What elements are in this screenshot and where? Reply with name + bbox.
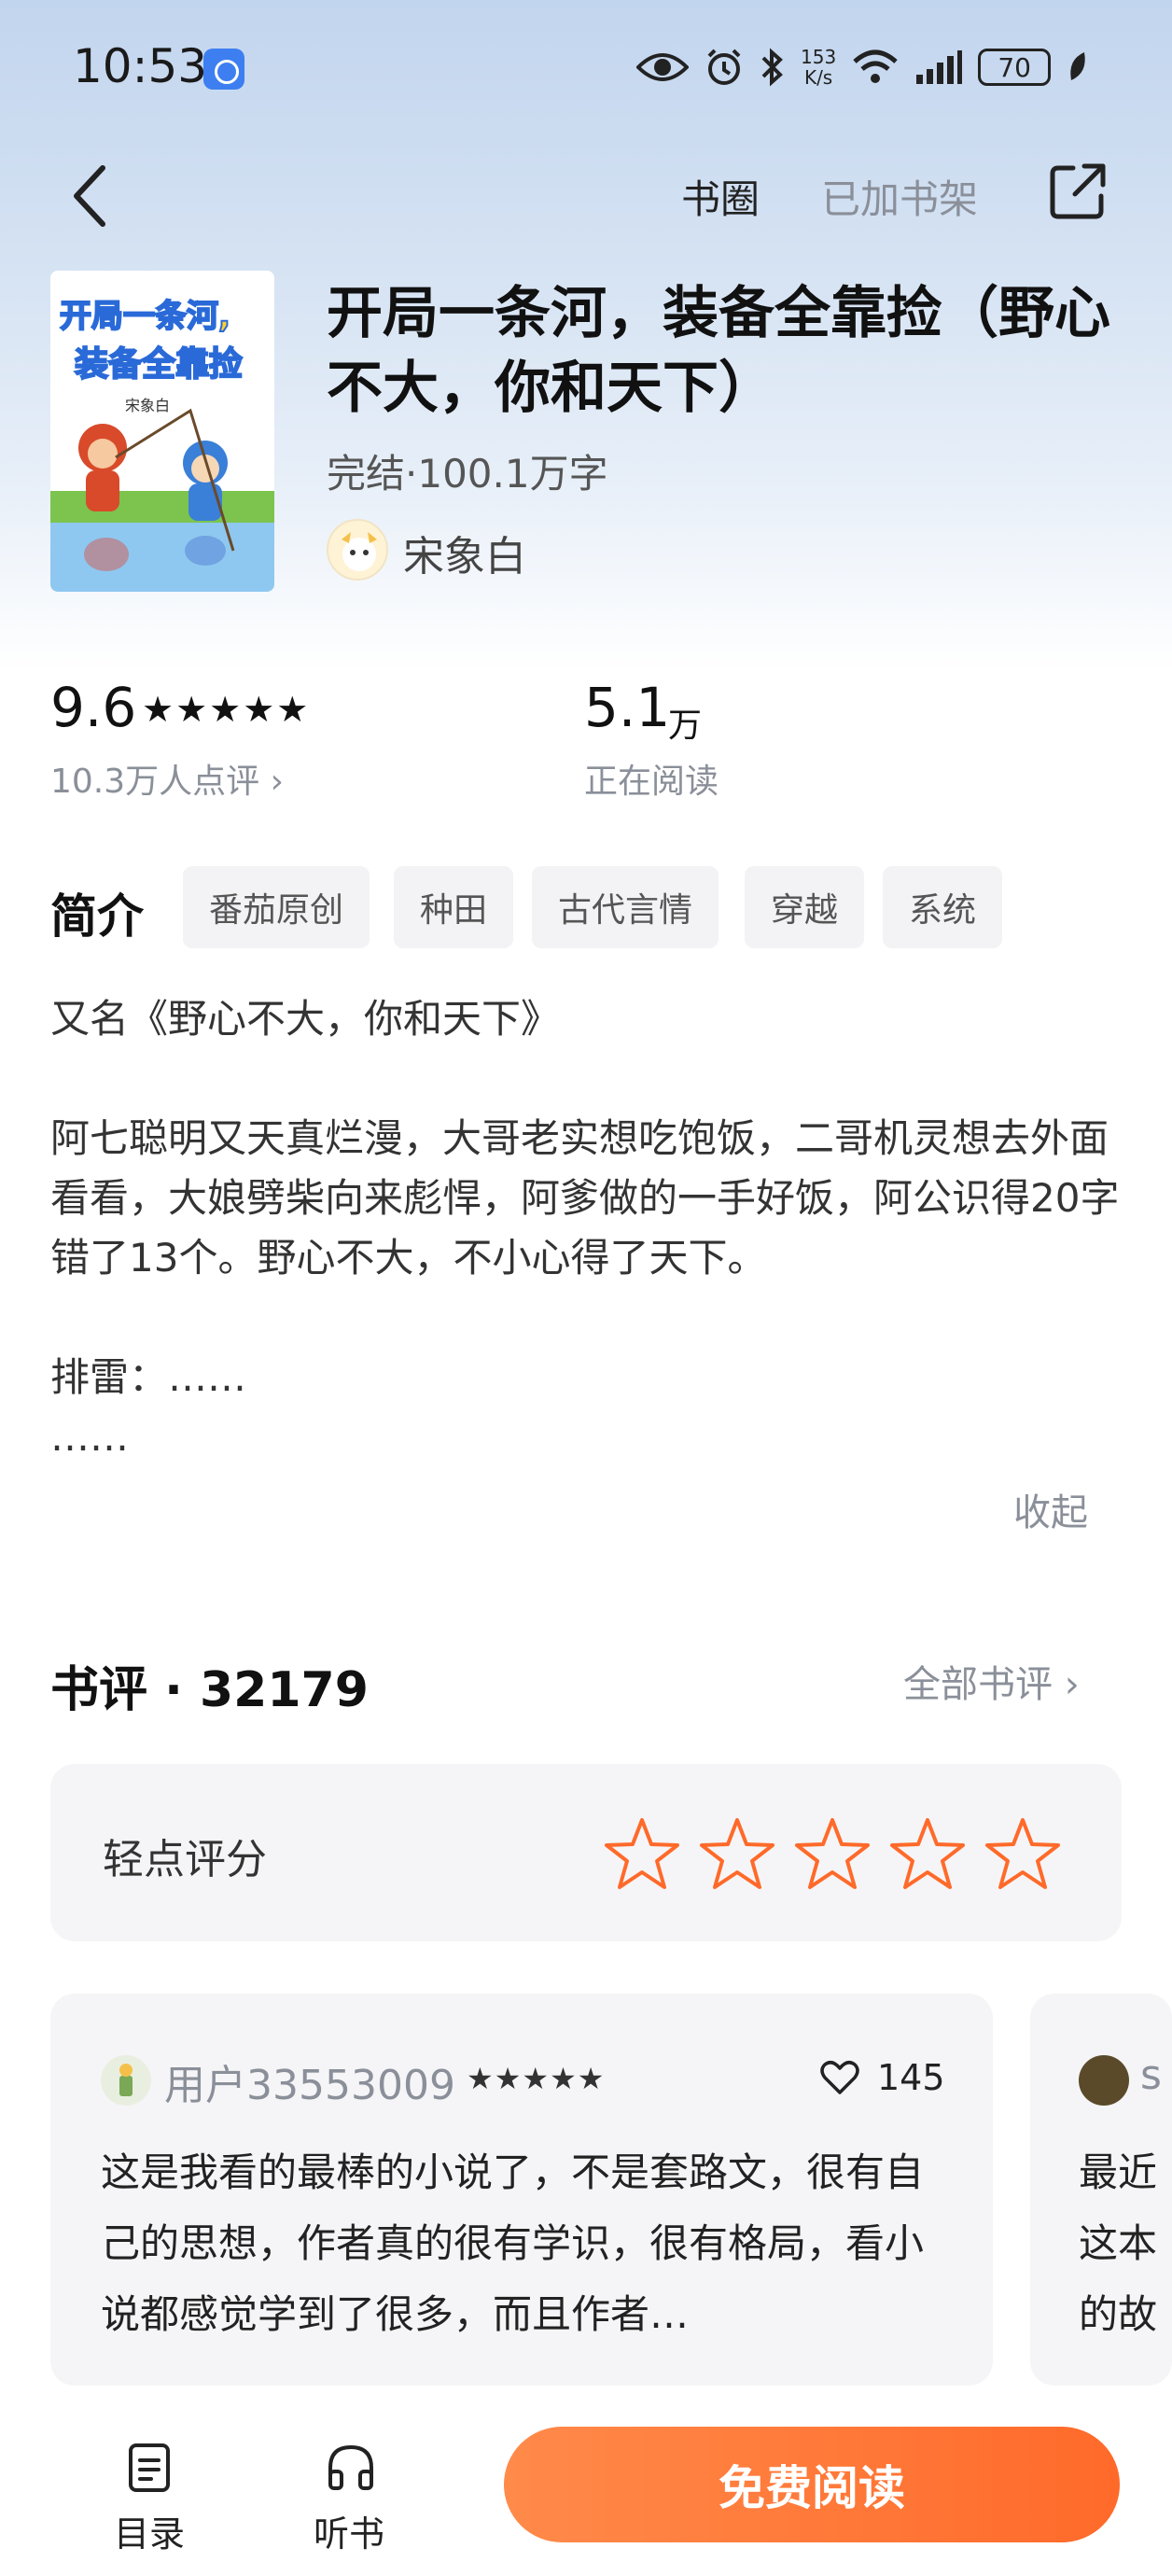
network-speed: 153 K/s	[801, 46, 837, 89]
tag-original[interactable]: 番茄原创	[183, 866, 370, 948]
table-of-contents-icon[interactable]	[121, 2440, 177, 2496]
cover-title-line1: 开局一条河,	[60, 298, 230, 335]
notification-app-icon	[203, 49, 244, 90]
book-status-wordcount: 完结·100.1万字	[327, 451, 608, 497]
quick-rate-label: 轻点评分	[103, 1836, 267, 1883]
collapse-intro-button[interactable]: 收起	[1013, 1482, 1088, 1536]
added-to-shelf-button[interactable]: 已加书架	[821, 168, 978, 225]
author-avatar[interactable]	[327, 519, 388, 581]
intro-synopsis: 阿七聪明又天真烂漫，大哥老实想吃饱饭，二哥机灵想去外面看看，大娘劈柴向来彪悍，阿…	[50, 1115, 1120, 1281]
cover-title-line2: 装备全靠捡	[75, 344, 243, 384]
reviewer-avatar[interactable]	[101, 2055, 151, 2106]
reviewer-name[interactable]: 用户33553009	[164, 2051, 455, 2111]
reviewer-rating-stars: ★★★★★	[467, 2061, 606, 2096]
intro-text: 又名《野心不大，你和天下》 阿七聪明又天真烂漫，大哥老实想吃饱饭，二哥机灵想去外…	[50, 989, 1123, 1467]
back-icon[interactable]	[62, 159, 118, 233]
alarm-icon	[707, 49, 741, 85]
rating-count-link[interactable]: 10.3万人点评 ›	[50, 754, 284, 803]
share-icon[interactable]	[1045, 159, 1110, 224]
tag-system[interactable]: 系统	[883, 866, 1003, 948]
bluetooth-icon	[761, 48, 783, 87]
cover-author: 宋象白	[125, 397, 170, 414]
leaf-icon	[1070, 52, 1085, 80]
rating-stars: ★★★★★	[142, 689, 311, 730]
book-circle-link[interactable]: 书圈	[681, 168, 760, 225]
reviewer-name[interactable]: s	[1140, 2051, 1162, 2099]
signal-icon	[916, 50, 963, 84]
tag-time-travel[interactable]: 穿越	[745, 866, 865, 948]
tag-farming[interactable]: 种田	[394, 866, 514, 948]
like-count: 145	[877, 2057, 945, 2098]
listen-label[interactable]: 听书	[314, 2505, 384, 2556]
all-reviews-link[interactable]: 全部书评 ›	[903, 1654, 1080, 1708]
intro-alias: 又名《野心不大，你和天下》	[50, 996, 561, 1042]
review-body[interactable]: 这是我看的最棒的小说了，不是套路文，很有自己的思想，作者真的很有学识，很有格局，…	[101, 2137, 950, 2350]
book-cover[interactable]: 开局一条河, 装备全靠捡 宋象白	[50, 271, 274, 592]
reading-count-label: 正在阅读	[584, 763, 719, 801]
rate-star-5-icon[interactable]	[984, 1814, 1062, 1893]
eye-comfort-icon	[636, 53, 689, 81]
rate-star-1-icon[interactable]	[603, 1814, 681, 1893]
intro-warning: 排雷：…… ……	[50, 1354, 247, 1460]
reading-count-unit: 万	[668, 707, 703, 745]
headphones-icon[interactable]	[323, 2440, 379, 2496]
intro-heading: 简介	[50, 889, 144, 944]
tag-ancient-romance[interactable]: 古代言情	[532, 866, 719, 948]
status-time: 10:53	[73, 39, 208, 93]
battery-indicator: 70	[978, 49, 1052, 86]
rate-star-4-icon[interactable]	[888, 1814, 967, 1893]
cover-illustration: 开局一条河, 装备全靠捡 宋象白	[50, 271, 274, 592]
book-title: 开局一条河，装备全靠捡（野心不大，你和天下）	[327, 281, 1110, 421]
author-name[interactable]: 宋象白	[403, 523, 526, 582]
free-read-button[interactable]: 免费阅读	[504, 2427, 1120, 2542]
reviews-heading: 书评 · 32179	[50, 1662, 369, 1718]
reading-count: 5.1	[584, 676, 671, 739]
rating-score: 9.6	[50, 676, 137, 739]
rate-star-3-icon[interactable]	[793, 1814, 872, 1893]
rate-star-2-icon[interactable]	[698, 1814, 776, 1893]
review-body[interactable]: 最近 这本 的故	[1079, 2137, 1172, 2350]
status-icons: 153 K/s 70	[636, 41, 1090, 93]
like-heart-icon[interactable]	[819, 2059, 860, 2096]
wifi-icon	[853, 49, 898, 83]
toc-label[interactable]: 目录	[114, 2505, 185, 2556]
reviewer-avatar[interactable]	[1079, 2055, 1129, 2106]
